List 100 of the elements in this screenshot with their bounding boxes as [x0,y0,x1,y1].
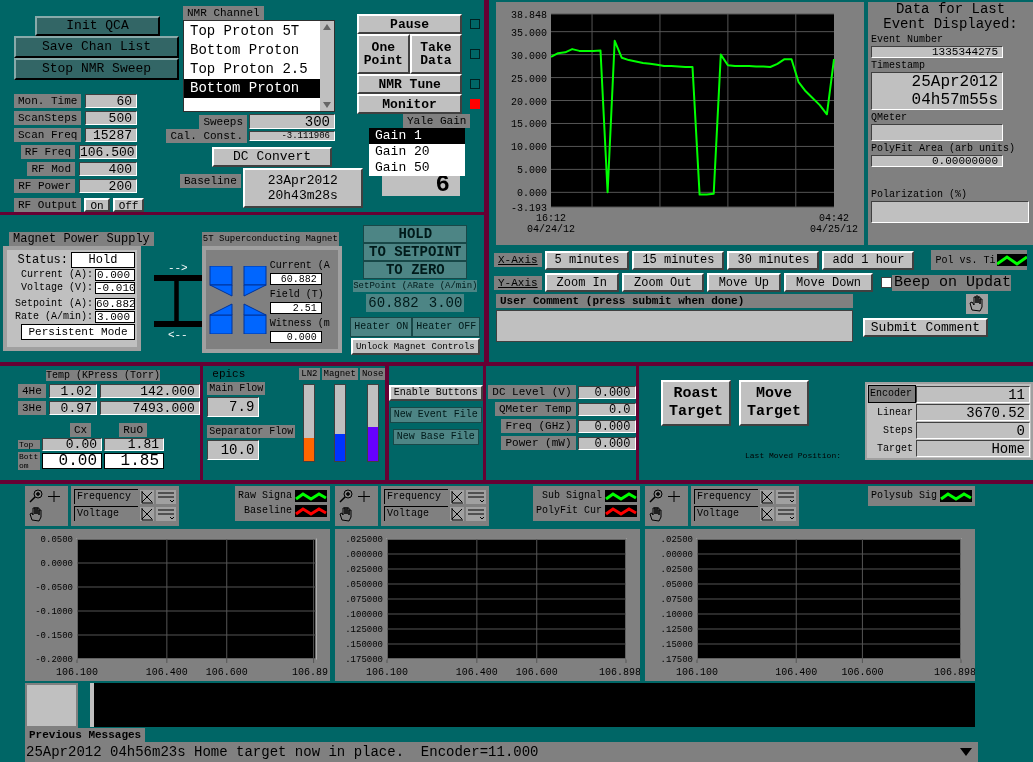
axis-button[interactable]: 5 minutes [544,250,630,270]
target-button[interactable]: Roast Target [661,380,731,426]
axis-label: X-Axis [494,253,542,267]
crosshair-icon[interactable] [356,489,372,504]
zoom-icon[interactable] [648,489,664,504]
legend-label: Pol vs. Ti [935,253,996,268]
hand-icon[interactable] [28,507,44,522]
list-item[interactable]: Bottom Proton [184,79,320,98]
legend-label: Baseline [244,504,292,518]
crosshair-icon[interactable] [666,489,682,504]
axis-button[interactable]: Move Down [784,273,873,292]
value-field: -3.111906 [249,131,335,141]
axis-button[interactable]: Zoom In [544,273,620,292]
field-label: Steps [882,423,914,438]
heater-button[interactable]: Heater OFF [412,317,481,337]
hand-icon[interactable] [338,507,354,522]
axis-tick-label: .15000 [660,640,693,650]
axis-name: Voltage [384,506,448,521]
axis-scale-icon[interactable] [760,489,774,504]
field-label: Baseline [180,174,241,188]
axis-tick-label: 106.100 [56,667,98,678]
toggle-button[interactable]: Off [112,198,145,212]
value-field[interactable]: 500 [85,111,137,125]
field-label: Cal. Const. [166,129,247,143]
field-label: Separator Flow [207,425,296,438]
target-button[interactable]: Move Target [739,380,809,426]
value-field: 0.000 [577,385,636,399]
value-field[interactable]: 0.000 [95,269,135,281]
value-field[interactable]: 60.882 [95,298,135,310]
list-label: Yale Gain [403,114,471,128]
axis-scale-icon[interactable] [140,506,154,521]
axis-name: Frequency [694,489,758,504]
mode-button[interactable]: Pause [357,14,463,34]
convert-button[interactable]: DC Convert [212,147,332,167]
axis-scale-icon[interactable] [140,489,154,504]
axis-tick-label: .12500 [660,625,693,635]
axis-tick-label: .000000 [345,550,383,560]
axis-tick-label: 30.000 [511,50,547,62]
value-field[interactable]: 300 [249,114,335,129]
field-label: Event Number [871,34,944,46]
mode-button[interactable]: Persistent Mode [21,324,135,340]
value-field: 0.00000000 [871,155,1003,167]
value-field: 1335344275 [871,46,1003,58]
field-label: Main Flow [207,382,266,395]
zoom-icon[interactable] [28,489,44,504]
file-button[interactable]: Enable Buttons [388,385,483,401]
axis-tick-label: 106.600 [205,667,248,678]
axis-button[interactable]: add 1 hour [822,250,915,270]
field-label: Scan Freq [14,128,82,142]
field-label: Mon. Time [14,94,82,108]
axis-scale-icon[interactable] [450,506,464,521]
axis-tick-label: .025000 [345,535,383,545]
field-label: Setpoint (A): [15,298,93,310]
comment-field[interactable] [496,310,853,342]
value-field[interactable]: 15287 [85,128,137,142]
legend-swatch [605,490,637,502]
magnet-button[interactable]: HOLD [363,225,468,243]
magnet-button[interactable]: TO SETPOINT [363,243,468,261]
axis-button[interactable]: 30 minutes [727,250,820,270]
mode-button[interactable]: NMR Tune [357,74,463,94]
value-field[interactable]: 3.000 [95,311,135,323]
axis-button[interactable]: Zoom Out [622,273,704,292]
mode-button[interactable]: Monitor [357,94,463,114]
heater-button[interactable]: Heater ON [350,317,413,337]
message-field[interactable]: 25Apr2012 04h56m23s Home target now in place. Encoder=11.000 [25,742,978,762]
axis-scale-icon[interactable] [760,506,774,521]
mode-button[interactable]: One Point [357,34,410,74]
dropdown-icon[interactable] [960,748,972,756]
section-label: epics [212,368,246,380]
submit-button[interactable]: Submit Comment [862,318,988,337]
field-label: ScanSteps [14,111,82,125]
crosshair-icon[interactable] [46,489,62,504]
unlock-button[interactable]: Unlock Magnet Controls [350,338,480,355]
mode-button[interactable]: Take Data [409,34,463,74]
axis-tick-label: .075000 [345,595,383,605]
toggle-button[interactable]: On [84,198,110,212]
axis-scale-icon[interactable] [450,489,464,504]
field-label: Voltage (V): [21,282,93,294]
magnet-button[interactable]: TO ZERO [363,261,468,279]
axis-tick-label: 16:12 04/24/12 [527,213,575,235]
field-label: Polarization (%) [871,189,968,201]
axis-button[interactable]: Move Up [706,273,782,292]
channel-listbox[interactable]: Top Proton 5T Bottom Proton Top Proton 2.5 Bottom Proton [183,20,335,112]
value-field[interactable]: 200 [79,179,137,193]
hand-icon[interactable] [648,507,664,522]
value-field[interactable]: 60 [85,94,137,108]
legend-label: Raw Signa [238,489,292,503]
value-field[interactable]: 400 [79,162,137,176]
axis-button[interactable]: 15 minutes [632,250,725,270]
axis-tick-label: .00000 [660,550,693,560]
wire-drawing [153,274,202,330]
axis-tick-label: .02500 [660,535,693,545]
axis-tick-label: 10.000 [511,142,547,154]
value-field: 1.85 [104,453,164,469]
list-item[interactable]: Gain 1 [369,128,465,144]
value-field[interactable]: 106.500 [79,145,137,159]
checkbox[interactable] [880,277,892,288]
hand-icon[interactable] [966,294,988,314]
axis-name: Frequency [384,489,448,504]
zoom-icon[interactable] [338,489,354,504]
